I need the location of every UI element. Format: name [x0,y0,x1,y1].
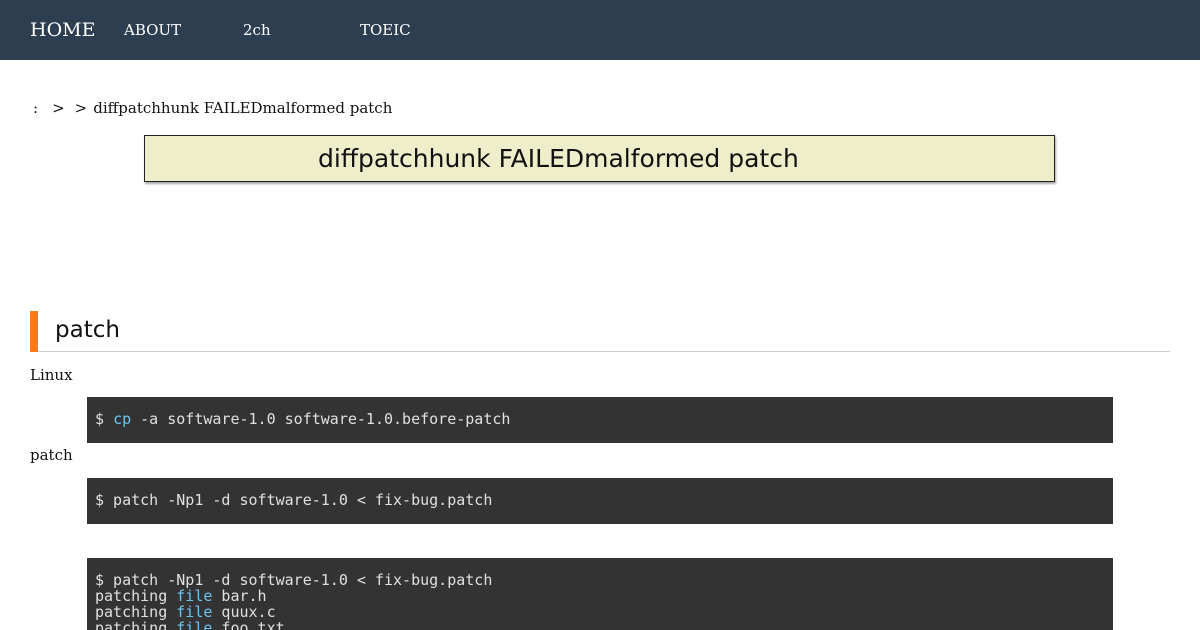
breadcrumb-current: diffpatchhunk FAILEDmalformed patch [93,99,393,117]
breadcrumb: : > > diffpatchhunk FAILEDmalformed patch [33,98,392,118]
nav-toeic-link[interactable]: TOEIC [360,0,411,60]
nav-home-link[interactable]: HOME [30,0,95,60]
code-block: $ cp -a software-1.0 software-1.0.before… [87,397,1113,443]
code-prompt: $ [95,410,114,428]
section-heading: patch [30,311,1170,352]
code-text: foo.txt [212,619,285,630]
code-line: $ patch -Np1 -d software-1.0 < fix-bug.p… [95,491,493,509]
code-line: patching file quux.c [95,604,1105,620]
code-line: $ cp -a software-1.0 software-1.0.before… [95,411,1105,427]
section-title: patch [55,317,120,343]
code-block: $ patch -Np1 -d software-1.0 < fix-bug.p… [87,558,1113,630]
code-line: $ patch -Np1 -d software-1.0 < fix-bug.p… [95,571,493,589]
code-keyword: cp [113,410,132,428]
paragraph-patch: patch [30,446,73,464]
nav-2ch-link[interactable]: 2ch [243,0,271,60]
breadcrumb-separator: > [52,99,65,117]
page-title: diffpatchhunk FAILEDmalformed patch [318,144,799,173]
breadcrumb-home-link[interactable]: : [33,99,38,117]
code-keyword: file [176,619,213,630]
code-text: -a software-1.0 software-1.0.before-patc… [131,410,511,428]
code-block: $ patch -Np1 -d software-1.0 < fix-bug.p… [87,478,1113,524]
nav-about-link[interactable]: ABOUT [124,0,181,60]
top-navbar: HOME ABOUT 2ch TOEIC [0,0,1200,60]
code-line: patching file bar.h [95,588,1105,604]
section-accent-bar [30,311,38,352]
code-line: patching file foo.txt [95,620,1105,630]
code-text: patching [95,619,177,630]
paragraph-linux: Linux [30,366,73,384]
breadcrumb-separator: > [74,99,88,117]
page-title-box: diffpatchhunk FAILEDmalformed patch [144,135,1055,182]
